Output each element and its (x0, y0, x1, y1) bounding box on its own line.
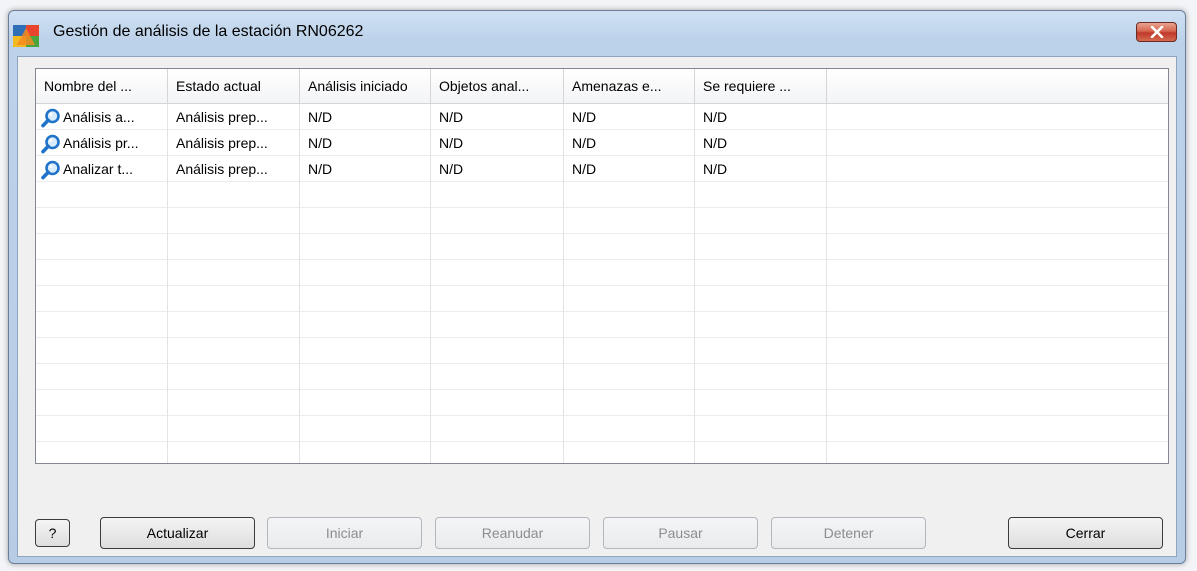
table-cell: N/D (572, 109, 597, 125)
column-header[interactable]: Amenazas e... (564, 69, 695, 103)
grid-line (36, 259, 1168, 260)
avg-logo-icon (13, 25, 39, 47)
table-cell: Análisis pr... (36, 130, 168, 156)
table-row[interactable]: Analizar t... Análisis prep... N/D N/D N/D N/… (36, 156, 827, 182)
help-button[interactable]: ? (35, 519, 70, 547)
table-cell: N/D (572, 135, 597, 151)
scan-management-window: Gestión de análisis de la estación RN062… (8, 10, 1186, 564)
scan-name: Análisis a... (63, 109, 135, 125)
table-cell: N/D (572, 161, 597, 177)
table-cell: N/D (703, 109, 728, 125)
magnifier-icon (40, 159, 62, 181)
grid-line (36, 337, 1168, 338)
pause-button[interactable]: Pausar (603, 517, 758, 549)
list-body: Análisis a... Análisis prep... N/D N/D N/D N/… (36, 104, 1168, 463)
resume-button[interactable]: Reanudar (435, 517, 590, 549)
table-cell: Análisis prep... (176, 135, 268, 151)
column-header[interactable]: Se requiere ... (695, 69, 827, 103)
scan-name: Análisis pr... (63, 135, 139, 151)
grid-line (36, 415, 1168, 416)
window-close-button[interactable] (1136, 22, 1177, 42)
table-cell: N/D (439, 109, 464, 125)
column-header[interactable]: Nombre del ... (36, 69, 168, 103)
window-title: Gestión de análisis de la estación RN062… (53, 23, 364, 40)
table-cell: N/D (439, 161, 464, 177)
dialog-client-area: Nombre del ... Estado actual Análisis inic… (17, 56, 1177, 557)
table-cell: Análisis prep... (176, 161, 268, 177)
column-header[interactable]: Estado actual (168, 69, 300, 103)
column-header-filler (827, 69, 1168, 103)
table-cell: N/D (703, 161, 728, 177)
magnifier-icon (40, 107, 62, 129)
table-row[interactable]: Análisis a... Análisis prep... N/D N/D N/D N/… (36, 104, 827, 130)
start-button[interactable]: Iniciar (267, 517, 422, 549)
column-header[interactable]: Objetos anal... (431, 69, 564, 103)
table-cell: Análisis a... (36, 104, 168, 130)
table-cell: Análisis prep... (176, 109, 268, 125)
close-icon (1150, 26, 1163, 38)
grid-line (36, 285, 1168, 286)
table-cell: N/D (439, 135, 464, 151)
table-row[interactable]: Análisis pr... Análisis prep... N/D N/D N/D N… (36, 130, 827, 156)
table-cell: N/D (308, 109, 333, 125)
magnifier-icon (40, 133, 62, 155)
close-button[interactable]: Cerrar (1008, 517, 1163, 549)
title-bar[interactable]: Gestión de análisis de la estación RN062… (9, 11, 1185, 57)
refresh-button[interactable]: Actualizar (100, 517, 255, 549)
grid-line (36, 311, 1168, 312)
table-cell: N/D (308, 135, 333, 151)
scan-list[interactable]: Nombre del ... Estado actual Análisis inic… (35, 68, 1169, 464)
scan-name: Analizar t... (63, 161, 134, 177)
grid-line (36, 207, 1168, 208)
table-cell: N/D (308, 161, 333, 177)
list-header: Nombre del ... Estado actual Análisis inic… (36, 69, 1168, 104)
column-header[interactable]: Análisis iniciado (300, 69, 431, 103)
table-cell: Analizar t... (36, 156, 168, 182)
grid-line (36, 363, 1168, 364)
grid-line (36, 441, 1168, 442)
grid-line (36, 389, 1168, 390)
table-cell: N/D (703, 135, 728, 151)
stop-button[interactable]: Detener (771, 517, 926, 549)
grid-line (36, 233, 1168, 234)
